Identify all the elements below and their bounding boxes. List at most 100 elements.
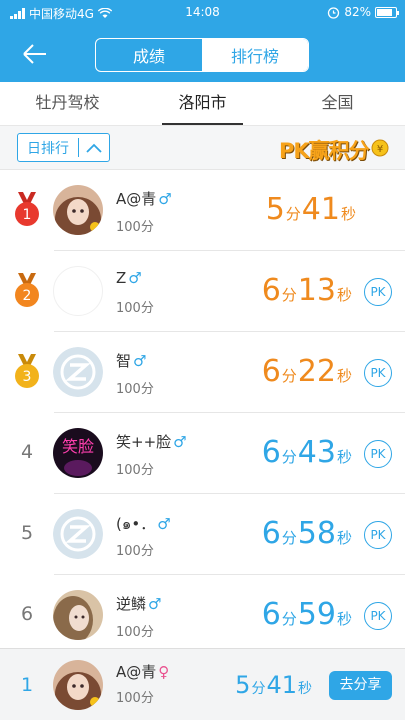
ranking-row[interactable]: 5 (๑•． ♂ 100分 6分58秒 PK	[0, 494, 405, 575]
back-arrow-icon	[23, 44, 46, 64]
time-minutes-unit: 分	[281, 367, 297, 385]
time-minutes: 6	[261, 435, 281, 470]
svg-text:3: 3	[23, 369, 32, 385]
battery-icon	[375, 6, 399, 18]
completion-time: 6分43秒	[262, 435, 353, 470]
share-button[interactable]: 去分享	[329, 671, 392, 700]
status-right: 82%	[327, 5, 399, 19]
my-rank-bar: 1 A@青 ♀ 100分 5分41秒 去分享	[0, 648, 405, 720]
user-score: 100分	[116, 625, 154, 640]
battery-percent: 82%	[344, 5, 371, 19]
period-label: 日排行	[27, 140, 69, 157]
ranking-row[interactable]: 6 逆鳞 ♂ 100分 6分59秒 PK	[0, 575, 405, 656]
time-minutes: 6	[261, 273, 281, 308]
male-icon: ♂	[157, 515, 171, 533]
rank-number: 5	[20, 522, 34, 544]
time-minutes-unit: 分	[281, 448, 297, 466]
completion-time: 6分22秒	[262, 354, 353, 389]
time-seconds-unit: 秒	[336, 448, 352, 466]
time-seconds: 43	[297, 435, 336, 470]
user-name: Z ♂	[116, 269, 142, 287]
time-seconds-unit: 秒	[298, 681, 312, 697]
male-icon: ♂	[133, 352, 147, 370]
completion-time: 6分13秒	[262, 273, 353, 308]
pk-button[interactable]: PK	[364, 521, 392, 549]
user-name-text: 笑++脸	[116, 433, 172, 451]
segment-scores[interactable]: 成绩	[96, 39, 202, 71]
time-seconds-unit: 秒	[336, 610, 352, 628]
tab-school[interactable]: 牡丹驾校	[0, 82, 135, 125]
avatar[interactable]	[53, 266, 103, 316]
rank-number: 6	[20, 603, 34, 625]
user-name: 笑++脸 ♂	[116, 431, 187, 452]
time-seconds: 59	[297, 597, 336, 632]
pk-button[interactable]: PK	[364, 602, 392, 630]
avatar[interactable]: 笑脸	[53, 428, 103, 478]
time-seconds: 41	[301, 192, 340, 227]
time-seconds-unit: 秒	[336, 286, 352, 304]
user-score: 100分	[116, 382, 154, 397]
time-seconds: 13	[297, 273, 336, 308]
my-score: 100分	[116, 691, 154, 706]
avatar-placeholder[interactable]	[53, 509, 103, 559]
pk-button[interactable]: PK	[364, 278, 392, 306]
my-rank-number: 1	[20, 674, 34, 696]
medal-gold-icon: 3	[15, 354, 39, 388]
my-completion-time: 5分41秒	[235, 671, 313, 699]
time-minutes: 6	[261, 354, 281, 389]
time-seconds: 58	[297, 516, 336, 551]
tab-city[interactable]: 洛阳市	[135, 82, 270, 125]
ranking-row[interactable]: 2 Z ♂ 100分 6分13秒 PK	[0, 251, 405, 332]
ranking-row[interactable]: 3 智 ♂ 100分 6分22秒 PK	[0, 332, 405, 413]
avatar[interactable]	[53, 590, 103, 640]
time-seconds: 41	[266, 671, 297, 699]
svg-text:¥: ¥	[377, 144, 383, 155]
segment-leaderboard[interactable]: 排行榜	[202, 39, 308, 71]
completion-time: 6分58秒	[262, 516, 353, 551]
time-seconds-unit: 秒	[336, 529, 352, 547]
segment-control: 成绩 排行榜	[95, 38, 309, 72]
time-minutes-unit: 分	[281, 529, 297, 547]
alarm-icon	[328, 6, 340, 19]
time-minutes-unit: 分	[285, 205, 301, 223]
pk-button[interactable]: PK	[364, 440, 392, 468]
my-name: A@青 ♀	[116, 661, 169, 682]
avatar-placeholder[interactable]	[53, 347, 103, 397]
time-minutes: 6	[261, 597, 281, 632]
medal-bronze-icon: 2	[15, 273, 39, 307]
user-name-text: (๑•．	[116, 515, 156, 533]
user-name: 智 ♂	[116, 350, 146, 371]
user-score: 100分	[116, 220, 154, 235]
completion-time: 5分41秒	[266, 192, 357, 227]
time-seconds-unit: 秒	[336, 367, 352, 385]
scope-tabs: 牡丹驾校 洛阳市 全国	[0, 82, 405, 126]
male-icon: ♂	[158, 190, 172, 208]
period-dropdown[interactable]: 日排行	[17, 133, 110, 162]
svg-text:1: 1	[23, 207, 32, 223]
my-avatar[interactable]	[53, 660, 103, 710]
tab-nationwide[interactable]: 全国	[270, 82, 405, 125]
pk-button[interactable]: PK	[364, 359, 392, 387]
pk-points-banner[interactable]: PK赢积分 ¥	[271, 133, 391, 163]
user-name: A@青 ♂	[116, 188, 172, 209]
user-name: 逆鳞 ♂	[116, 593, 161, 614]
avatar[interactable]	[53, 185, 103, 235]
user-score: 100分	[116, 463, 154, 478]
status-bar: 中国移动4G 14:08 82%	[0, 0, 405, 26]
svg-text:2: 2	[23, 288, 32, 304]
filter-bar: 日排行 PK赢积分 ¥	[0, 126, 405, 170]
ranking-row[interactable]: 4 笑脸 笑++脸 ♂ 100分 6分43秒 PK	[0, 413, 405, 494]
male-icon: ♂	[148, 595, 162, 613]
time-seconds-unit: 秒	[340, 205, 356, 223]
ranking-list: 1 A@青 ♂ 100分 5分41秒 2 Z ♂ 100分 6分13秒 PK 3…	[0, 170, 405, 656]
user-name-text: 逆鳞	[116, 595, 147, 613]
user-name-text: 智	[116, 352, 132, 370]
time-seconds: 22	[297, 354, 336, 389]
user-name: (๑•． ♂	[116, 512, 171, 536]
back-button[interactable]	[20, 40, 50, 68]
user-score: 100分	[116, 301, 154, 316]
time-minutes: 5	[235, 671, 251, 699]
male-icon: ♂	[128, 269, 142, 287]
ranking-row[interactable]: 1 A@青 ♂ 100分 5分41秒	[0, 170, 405, 251]
user-name-text: A@青	[116, 190, 157, 208]
